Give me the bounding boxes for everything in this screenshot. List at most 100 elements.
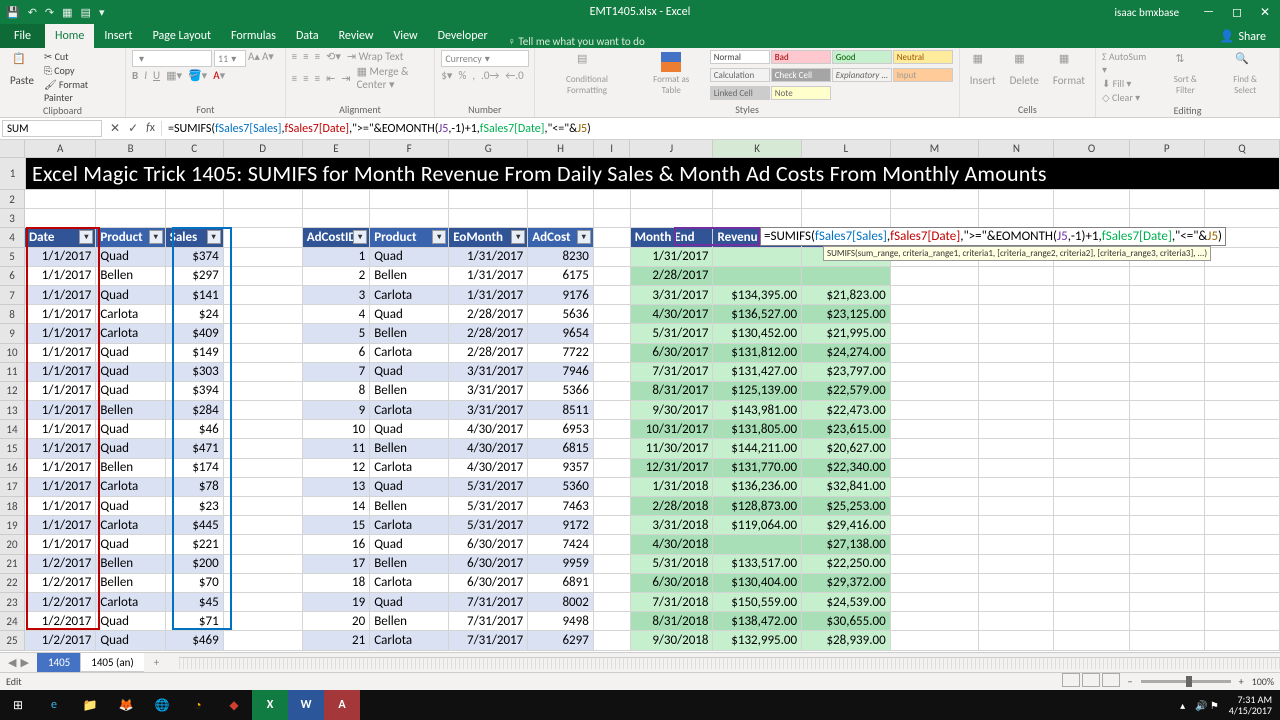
- filter-dropdown-icon[interactable]: ▾: [149, 230, 163, 244]
- group-font: ▾ 11 ▾ A▴ A▾ B I U ▦▾ 🪣▾ A▾ Font: [126, 48, 286, 117]
- paste-button[interactable]: 📋 Paste: [6, 50, 38, 104]
- status-mode: Edit: [6, 675, 22, 688]
- app-icon[interactable]: ◆: [216, 690, 252, 720]
- sort-filter-button[interactable]: ⇅Sort & Filter: [1159, 50, 1211, 104]
- minimize-icon[interactable]: —: [1203, 5, 1214, 19]
- filter-dropdown-icon[interactable]: ▾: [511, 230, 525, 244]
- ie-icon[interactable]: e: [36, 690, 72, 720]
- redo-icon[interactable]: ↷: [45, 6, 54, 19]
- chrome-icon[interactable]: 🌐: [144, 690, 180, 720]
- currency-icon[interactable]: $▾: [441, 69, 452, 82]
- zoom-level[interactable]: 100%: [1252, 675, 1274, 688]
- column-headers[interactable]: ABC DEF GHI JKL MNO PQ: [0, 140, 1280, 158]
- access-icon[interactable]: A: [324, 690, 360, 720]
- format-painter-button[interactable]: 🖌 Format Painter: [44, 78, 119, 104]
- border-button[interactable]: ▦▾: [166, 69, 182, 82]
- tab-formulas[interactable]: Formulas: [221, 24, 286, 48]
- table-icon: [661, 52, 681, 72]
- increase-decimal-icon[interactable]: .0→: [481, 69, 499, 82]
- tab-insert[interactable]: Insert: [94, 24, 142, 48]
- tab-file[interactable]: File: [0, 24, 45, 48]
- select-all-corner[interactable]: [0, 140, 25, 157]
- tab-review[interactable]: Review: [329, 24, 384, 48]
- start-button[interactable]: ⊞: [0, 690, 36, 720]
- app-icon[interactable]: ◔: [180, 690, 216, 720]
- save-icon[interactable]: 💾: [6, 6, 20, 19]
- filter-dropdown-icon[interactable]: ▾: [207, 230, 221, 244]
- align-top-icon[interactable]: ≡: [292, 50, 297, 63]
- font-family-dropdown[interactable]: ▾: [132, 50, 212, 67]
- underline-button[interactable]: U: [153, 69, 160, 82]
- name-box[interactable]: SUM: [2, 120, 102, 137]
- qat-more-icon[interactable]: ▾: [99, 6, 105, 19]
- copy-button[interactable]: ⎘ Copy: [44, 64, 119, 77]
- tray-up-icon[interactable]: ▴: [1180, 699, 1185, 712]
- firefox-icon[interactable]: 🦊: [108, 690, 144, 720]
- fx-icon[interactable]: fx: [146, 121, 155, 136]
- sheet-nav[interactable]: ◀▶: [0, 653, 38, 672]
- tell-me-search[interactable]: ♀ Tell me what you want to do: [498, 35, 645, 48]
- wrap-text-button[interactable]: ⇥ Wrap Text: [347, 50, 404, 63]
- tray-icons[interactable]: 🔊 ⚑: [1195, 699, 1219, 712]
- view-buttons[interactable]: [1060, 673, 1120, 690]
- fill-button[interactable]: ⬇ Fill ▾: [1102, 77, 1153, 90]
- tab-view[interactable]: View: [384, 24, 428, 48]
- tab-home[interactable]: Home: [45, 24, 94, 48]
- qat-icon[interactable]: ▤: [81, 6, 91, 19]
- font-color-button[interactable]: A▾: [213, 69, 225, 82]
- close-icon[interactable]: ✕: [1260, 5, 1270, 20]
- conditional-formatting-icon: ▤: [577, 52, 597, 72]
- italic-button[interactable]: I: [144, 69, 147, 82]
- undo-icon[interactable]: ↶: [28, 6, 37, 19]
- tab-developer[interactable]: Developer: [428, 24, 498, 48]
- clock[interactable]: 7:31 AM4/15/2017: [1229, 694, 1272, 716]
- filter-dropdown-icon[interactable]: ▾: [577, 230, 591, 244]
- percent-icon[interactable]: %: [458, 69, 466, 82]
- filter-dropdown-icon[interactable]: ▾: [353, 230, 367, 244]
- format-as-table-button[interactable]: Format as Table: [639, 50, 704, 103]
- maximize-icon[interactable]: ◻: [1232, 5, 1242, 20]
- format-cells-button[interactable]: ▦Format: [1049, 50, 1089, 103]
- tab-data[interactable]: Data: [286, 24, 329, 48]
- decrease-font-icon[interactable]: A▾: [262, 50, 274, 67]
- increase-font-icon[interactable]: A▴: [248, 50, 260, 67]
- filter-dropdown-icon[interactable]: ▾: [79, 230, 93, 244]
- paste-icon: 📋: [12, 52, 32, 72]
- cancel-formula-icon[interactable]: ✕: [110, 121, 120, 136]
- comma-icon[interactable]: ,: [472, 69, 475, 82]
- excel-icon[interactable]: X: [252, 690, 288, 720]
- font-size-dropdown[interactable]: 11 ▾: [214, 50, 246, 67]
- group-cells: ▦Insert ▦Delete ▦Format Cells: [960, 48, 1096, 117]
- bold-button[interactable]: B: [132, 69, 138, 82]
- number-format-dropdown[interactable]: Currency ▾: [441, 50, 529, 67]
- tab-page-layout[interactable]: Page Layout: [143, 24, 221, 48]
- accept-formula-icon[interactable]: ✓: [128, 121, 138, 136]
- delete-cells-button[interactable]: ▦Delete: [1006, 50, 1043, 103]
- formula-input[interactable]: =SUMIFS(fSales7[Sales],fSales7[Date],">=…: [162, 120, 1280, 138]
- sheet-tab-active[interactable]: 1405: [37, 653, 81, 672]
- formula-bar: SUM ✕ ✓ fx =SUMIFS(fSales7[Sales],fSales…: [0, 118, 1280, 140]
- cell-styles-gallery[interactable]: Normal Bad Good Neutral Calculation Chec…: [710, 50, 953, 103]
- sheet-tab[interactable]: 1405 (an): [80, 653, 145, 672]
- conditional-formatting-button[interactable]: ▤ Conditional Formatting: [541, 50, 632, 103]
- filter-dropdown-icon[interactable]: ▾: [432, 230, 446, 244]
- cell-edit-overlay[interactable]: =SUMIFS(fSales7[Sales],fSales7[Date],">=…: [760, 227, 1226, 246]
- word-icon[interactable]: W: [288, 690, 324, 720]
- merge-center-button[interactable]: ▦ Merge & Center ▾: [357, 65, 429, 91]
- share-button[interactable]: 👤 Share: [1205, 25, 1280, 48]
- explorer-icon[interactable]: 📁: [72, 690, 108, 720]
- find-select-button[interactable]: 🔍Find & Select: [1217, 50, 1273, 104]
- worksheet[interactable]: ABC DEF GHI JKL MNO PQ 1Excel Magic Tric…: [0, 140, 1280, 651]
- fill-color-button[interactable]: 🪣▾: [188, 69, 207, 82]
- account-name[interactable]: isaac bmxbase: [1115, 6, 1180, 19]
- clear-button[interactable]: ◇ Clear ▾: [1102, 91, 1153, 104]
- horizontal-scroll[interactable]: [179, 657, 1280, 669]
- qat-icon[interactable]: ▦: [62, 6, 72, 19]
- insert-cells-button[interactable]: ▦Insert: [966, 50, 1000, 103]
- orientation-icon[interactable]: ⟲▾: [326, 50, 341, 63]
- autosum-button[interactable]: Σ AutoSum ▾: [1102, 50, 1153, 76]
- zoom-slider[interactable]: [1141, 680, 1231, 683]
- cut-button[interactable]: ✂ Cut: [44, 50, 119, 63]
- new-sheet-button[interactable]: +: [144, 653, 169, 672]
- decrease-decimal-icon[interactable]: ←.0: [505, 69, 523, 82]
